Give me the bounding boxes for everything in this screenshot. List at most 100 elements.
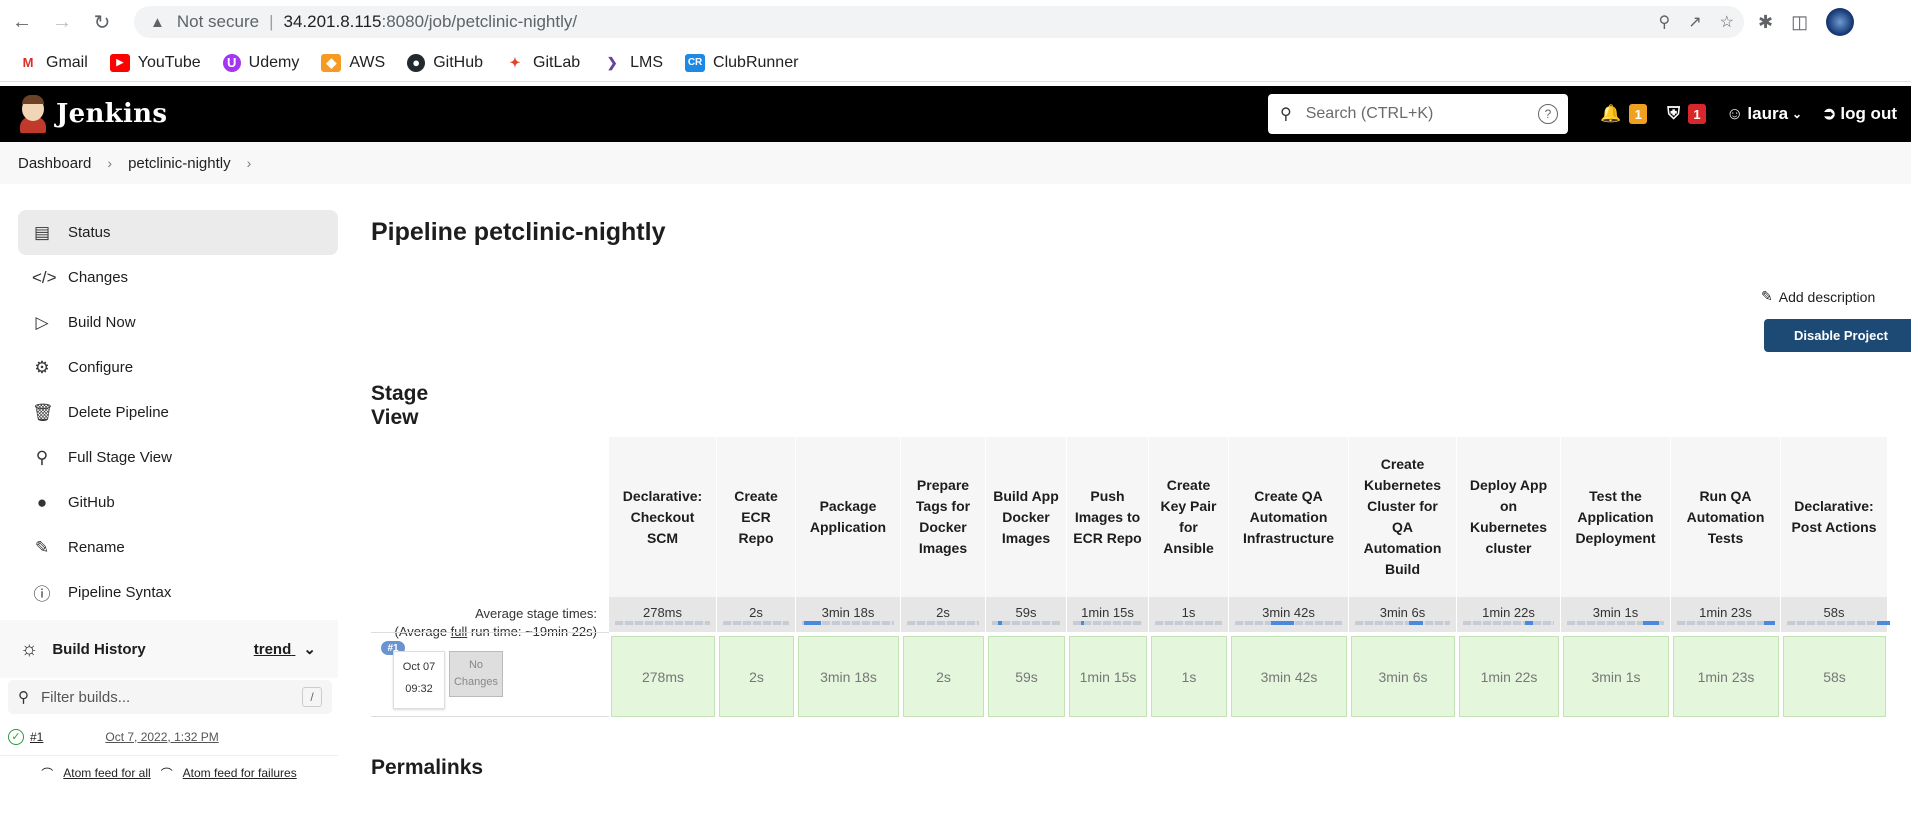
bookmark-udemy[interactable]: U Udemy: [222, 53, 300, 72]
build-history-title: Build History: [52, 640, 146, 658]
stage-average-fill: [1270, 621, 1295, 625]
stage-result-cell[interactable]: 1min 23s: [1673, 636, 1779, 717]
stage-average-time: 1s: [1149, 597, 1229, 632]
add-description-link[interactable]: ✎ Add description: [1761, 288, 1875, 305]
profile-avatar[interactable]: [1826, 8, 1855, 36]
sidebar-item-status[interactable]: ▤ Status: [18, 210, 338, 255]
sidebar-item-build-now[interactable]: ▷ Build Now: [18, 300, 338, 345]
zoom-icon[interactable]: ⚲: [1659, 12, 1671, 32]
bookmark-clubrunner[interactable]: CR ClubRunner: [685, 53, 798, 72]
forward-icon[interactable]: →: [44, 4, 80, 40]
stage-average-track: [1677, 621, 1774, 625]
url-host: 34.201.8.115: [283, 12, 382, 31]
search-icon: ⚲: [18, 689, 29, 706]
stage-header: Declarative: Post Actions: [1781, 437, 1888, 597]
stage-column: Create Kubernetes Cluster for QA Automat…: [1349, 437, 1457, 717]
bookmark-lms[interactable]: ❯ LMS: [602, 54, 663, 72]
atom-feed-failures-link[interactable]: Atom feed for failures: [183, 766, 297, 780]
bookmark-label: LMS: [630, 53, 664, 71]
sidebar-item-label: Build Now: [68, 314, 136, 331]
bookmark-label: Udemy: [248, 53, 300, 71]
pencil-icon: ✎: [34, 537, 50, 557]
stage-average-label: 1min 23s: [1699, 605, 1752, 620]
sidebar-item-full-stage-view[interactable]: ⚲ Full Stage View: [18, 435, 338, 480]
stage-result-cell[interactable]: 58s: [1783, 636, 1886, 717]
stage-result-cell[interactable]: 3min 42s: [1231, 636, 1347, 717]
stage-result-cell[interactable]: 3min 18s: [798, 636, 899, 717]
reload-icon[interactable]: ↻: [84, 4, 120, 40]
stage-column: Deploy App on Kubernetes cluster 1min 22s…: [1457, 437, 1561, 717]
build-date-link[interactable]: Oct 7, 2022, 1:32 PM: [105, 730, 218, 744]
run-date-box[interactable]: Oct 07 09:32: [393, 651, 445, 709]
stage-result-cell[interactable]: 1s: [1151, 636, 1227, 717]
atom-feed-all-link[interactable]: Atom feed for all: [63, 766, 150, 780]
stage-average-fill: [998, 621, 1002, 625]
stage-header: Create Key Pair for Ansible: [1149, 437, 1229, 597]
sidebar: ▤ Status </> Changes ▷ Build Now ⚙ Configure…: [18, 210, 338, 615]
chevron-down-icon[interactable]: ⌄: [303, 640, 316, 658]
notifications-button[interactable]: 🔔 1: [1600, 104, 1648, 124]
stage-average-fill: [1643, 621, 1659, 625]
gmail-icon: M: [22, 55, 34, 70]
stage-result-cell[interactable]: 1min 22s: [1459, 636, 1559, 717]
stage-average-label: 3min 42s: [1262, 605, 1315, 620]
run-summary: #1 Oct 07 09:32 No Changes: [371, 632, 609, 717]
search-box[interactable]: ⚲ Search (CTRL+K) ?: [1268, 94, 1568, 134]
user-name: laura: [1747, 104, 1789, 123]
stage-result-cell[interactable]: 2s: [719, 636, 794, 717]
chevron-right-icon[interactable]: ›: [247, 155, 252, 171]
sidebar-item-label: Delete Pipeline: [68, 404, 169, 421]
stage-result-cell[interactable]: 2s: [903, 636, 984, 717]
stage-average-time: 58s: [1781, 597, 1890, 632]
user-icon: ☺: [1726, 104, 1744, 123]
share-icon[interactable]: ↗: [1688, 12, 1701, 32]
sidebar-item-github[interactable]: ● GitHub: [18, 480, 338, 525]
filter-shortcut-key: /: [302, 687, 322, 707]
bookmark-aws[interactable]: ◆ AWS: [321, 53, 385, 72]
stage-header: Deploy App on Kubernetes cluster: [1457, 437, 1561, 597]
build-number-link[interactable]: #1: [30, 730, 43, 744]
stage-result-cell[interactable]: 3min 1s: [1563, 636, 1669, 717]
stage-average-time: 59s: [986, 597, 1067, 632]
bookmark-gmail[interactable]: M Gmail: [18, 54, 88, 72]
sidebar-item-delete-pipeline[interactable]: 🗑 Delete Pipeline: [18, 390, 338, 435]
help-icon[interactable]: ?: [1538, 104, 1558, 124]
stage-result-cell[interactable]: 1min 15s: [1069, 636, 1147, 717]
logout-button[interactable]: ➲ log out: [1822, 104, 1897, 124]
stage-result-cell[interactable]: 3min 6s: [1351, 636, 1455, 717]
stage-average-time: 3min 42s: [1229, 597, 1349, 632]
stage-average-time: 2s: [717, 597, 796, 632]
bookmark-star-icon[interactable]: ☆: [1720, 12, 1734, 32]
stage-average-label: 59s: [1015, 605, 1037, 620]
bookmark-gitlab[interactable]: ✦ GitLab: [505, 54, 581, 72]
bookmark-youtube[interactable]: ▶ YouTube: [109, 53, 201, 72]
disable-project-button[interactable]: Disable Project: [1764, 319, 1911, 352]
bookmark-github[interactable]: ● GitHub: [407, 53, 483, 72]
page-title: Pipeline petclinic-nightly: [371, 218, 666, 246]
stage-result-cell[interactable]: 59s: [988, 636, 1065, 717]
bell-icon: 🔔: [1600, 104, 1622, 123]
search-icon: ⚲: [1280, 106, 1292, 123]
filter-builds-input[interactable]: ⚲ Filter builds... /: [8, 680, 332, 714]
user-menu[interactable]: ☺ laura ⌄: [1726, 104, 1802, 124]
extensions-icon[interactable]: ✱: [1758, 12, 1773, 33]
trend-link[interactable]: trend ⌄: [254, 640, 316, 658]
pencil-icon: ✎: [1761, 288, 1773, 304]
side-panel-icon[interactable]: ◫: [1791, 12, 1808, 33]
udemy-icon: U: [222, 53, 241, 72]
breadcrumb-dashboard[interactable]: Dashboard: [18, 155, 91, 172]
stage-result-cell[interactable]: 278ms: [611, 636, 715, 717]
filter-placeholder: Filter builds...: [41, 688, 131, 706]
sidebar-item-label: Changes: [68, 269, 129, 286]
security-button[interactable]: ⛨ 1: [1667, 104, 1707, 124]
stage-average-label: 1min 22s: [1482, 605, 1535, 620]
address-bar[interactable]: ▲ Not secure | 34.201.8.115:8080/job/pet…: [134, 6, 1744, 38]
sidebar-item-rename[interactable]: ✎ Rename: [18, 525, 338, 570]
sidebar-item-configure[interactable]: ⚙ Configure: [18, 345, 338, 390]
sidebar-item-pipeline-syntax[interactable]: ⓘ Pipeline Syntax: [18, 570, 338, 615]
breadcrumb-job[interactable]: petclinic-nightly: [128, 155, 231, 172]
jenkins-logo[interactable]: Jenkins: [18, 95, 167, 133]
sidebar-item-changes[interactable]: </> Changes: [18, 255, 338, 300]
security-badge: 1: [1688, 104, 1707, 124]
back-icon[interactable]: ←: [4, 4, 40, 40]
